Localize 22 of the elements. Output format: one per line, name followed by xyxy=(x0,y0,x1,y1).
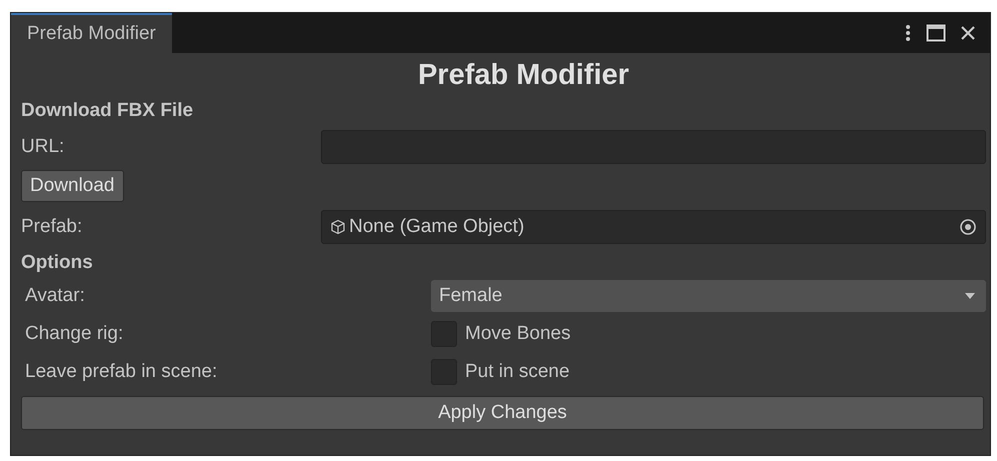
maximize-icon[interactable] xyxy=(926,24,946,42)
object-value: None (Game Object) xyxy=(349,216,526,238)
window-tab[interactable]: Prefab Modifier xyxy=(11,13,172,53)
cube-icon xyxy=(330,219,346,235)
checkbox-label: Move Bones xyxy=(465,323,571,345)
field-label: Prefab: xyxy=(21,216,84,238)
caret-icon xyxy=(964,292,976,300)
field-label: Avatar: xyxy=(24,285,86,307)
object-field[interactable]: None (Game Object) xyxy=(321,210,986,244)
checkbox-label: Put in scene xyxy=(465,361,570,383)
field-label: URL: xyxy=(21,136,66,158)
more-options-icon[interactable] xyxy=(904,23,912,43)
section-heading: Download FBX File xyxy=(21,100,194,122)
field-label: Change rig: xyxy=(24,323,124,345)
section-heading: Options xyxy=(21,252,94,274)
field-label: Leave prefab in scene: xyxy=(24,361,218,383)
avatar-dropdown[interactable]: Female xyxy=(431,280,986,312)
window-heading: Prefab Modifier xyxy=(416,59,630,92)
object-picker-icon[interactable] xyxy=(959,218,977,236)
apply-changes-button[interactable]: Apply Changes xyxy=(21,396,984,430)
download-button[interactable]: Download xyxy=(21,170,124,202)
close-icon[interactable] xyxy=(960,25,976,41)
